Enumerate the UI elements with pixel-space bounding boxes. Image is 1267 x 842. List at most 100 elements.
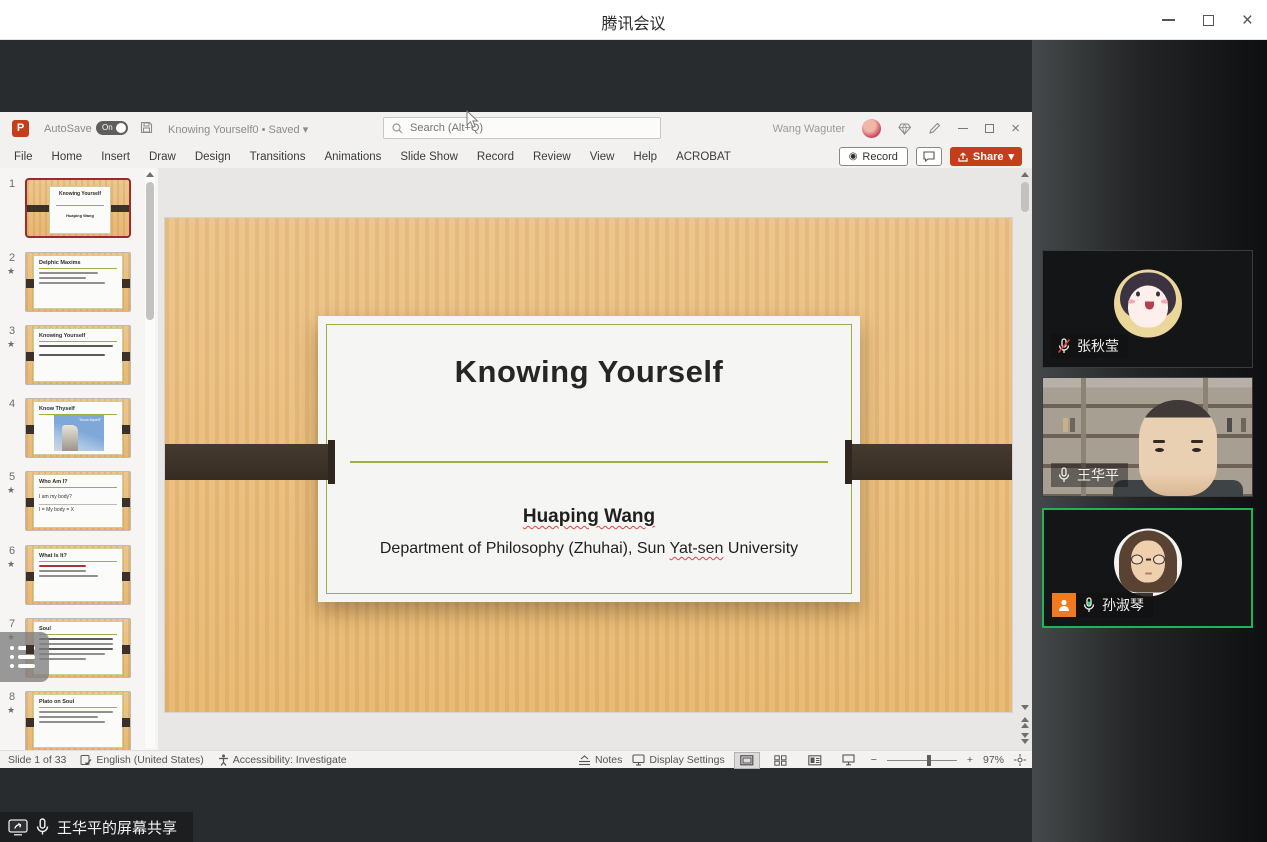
scroll-down-icon[interactable] [1021, 705, 1029, 710]
participant-tile-3[interactable]: 孙淑琴 [1042, 508, 1253, 628]
participants-panel: 张秋莹 [1032, 40, 1267, 842]
spellcheck-icon [80, 754, 92, 766]
thumb-title: Plato on Soul [39, 699, 117, 705]
previous-slide-button[interactable] [1021, 717, 1029, 728]
text-line [39, 721, 105, 723]
comments-button[interactable] [916, 147, 942, 166]
reading-view-button[interactable] [803, 753, 827, 768]
mouse-cursor [466, 110, 480, 130]
slide-thumbnail-2[interactable]: Delphic Maxims [25, 252, 131, 312]
animation-star-icon[interactable]: ★ [7, 266, 15, 277]
thumbnail-scrollbar[interactable] [145, 170, 155, 748]
slideshow-view-button[interactable] [837, 753, 861, 768]
slide-number: 4 [9, 398, 15, 410]
editor-scrollbar[interactable] [1019, 170, 1031, 748]
scrollbar-thumb[interactable] [146, 182, 154, 320]
slide-affiliation: Department of Philosophy (Zhuhai), Sun Y… [318, 540, 860, 558]
animation-star-icon[interactable]: ★ [7, 339, 15, 350]
autosave-label: AutoSave [44, 123, 92, 135]
text-line [39, 575, 98, 577]
ppt-restore-icon[interactable] [985, 124, 994, 133]
tab-transitions[interactable]: Transitions [250, 151, 306, 163]
minimize-icon[interactable] [1162, 19, 1175, 21]
list-icon [10, 655, 49, 659]
slide-thumbnail-1[interactable]: Knowing Yourself Huaping Wang [25, 178, 131, 238]
text-line [39, 354, 105, 356]
normal-view-button[interactable] [735, 753, 759, 768]
search-box[interactable] [383, 117, 661, 139]
record-button[interactable]: ◉Record [839, 147, 908, 166]
display-settings-button[interactable]: Display Settings [632, 754, 724, 766]
tab-design[interactable]: Design [195, 151, 231, 163]
spellcheck-status[interactable]: English (United States) [80, 754, 203, 766]
slide-thumbnail-8[interactable]: Plato on Soul [25, 691, 131, 750]
shared-screen-region: P AutoSave On Knowing Yourself0 • Saved … [0, 40, 1032, 842]
account-name: Wang Waguter [773, 123, 846, 135]
accessibility-status[interactable]: Accessibility: Investigate [218, 754, 347, 766]
animation-star-icon[interactable]: ★ [7, 705, 15, 716]
tab-view[interactable]: View [590, 151, 615, 163]
slide-number: 8 [9, 691, 15, 703]
tab-slide-show[interactable]: Slide Show [400, 151, 458, 163]
scrollbar-thumb[interactable] [1021, 182, 1029, 212]
tab-home[interactable]: Home [52, 151, 83, 163]
notes-button[interactable]: Notes [578, 754, 622, 766]
record-icon: ◉ [849, 151, 858, 162]
gem-icon[interactable] [898, 123, 911, 135]
zoom-in-button[interactable]: + [967, 754, 973, 766]
tab-acrobat[interactable]: ACROBAT [676, 151, 731, 163]
main-slide[interactable]: Knowing Yourself Huaping Wang Department… [165, 218, 1012, 712]
tab-draw[interactable]: Draw [149, 151, 176, 163]
tab-insert[interactable]: Insert [101, 151, 130, 163]
scroll-up-icon[interactable] [1021, 172, 1029, 177]
share-banner-text: 王华平的屏幕共享 [57, 817, 177, 838]
accessibility-icon [218, 754, 229, 766]
slide-thumbnail-5[interactable]: Who Am I? I am my body? I = My body = X [25, 471, 131, 531]
slide-thumbnail-4[interactable]: Know Thyself "Know thyself" [25, 398, 131, 458]
slide-editing-pane: Knowing Yourself Huaping Wang Department… [158, 168, 1032, 750]
save-icon[interactable] [140, 121, 153, 134]
presenter-badge-icon [1052, 593, 1076, 617]
ppt-close-icon[interactable]: × [1011, 121, 1020, 136]
list-icon [10, 664, 49, 668]
participant-tile-1[interactable]: 张秋莹 [1042, 250, 1253, 368]
slide-thumbnail-3[interactable]: Knowing Yourself [25, 325, 131, 385]
animation-star-icon[interactable]: ★ [7, 559, 15, 570]
account-avatar[interactable] [862, 119, 881, 138]
next-slide-button[interactable] [1021, 733, 1029, 744]
thumb-text: I = My body = X [39, 504, 117, 513]
thumbnail-row-4: 4 Know Thyself "Know thyself" [0, 398, 158, 460]
autosave-toggle[interactable]: On [96, 121, 128, 135]
tab-record[interactable]: Record [477, 151, 514, 163]
zoom-level[interactable]: 97% [983, 754, 1004, 766]
fit-slide-icon[interactable] [1014, 754, 1026, 766]
screen-share-banner[interactable]: 王华平的屏幕共享 [0, 812, 193, 842]
meeting-floating-toolbar[interactable] [0, 632, 49, 682]
slide-number: 6 [9, 545, 15, 557]
zoom-out-button[interactable]: − [871, 754, 877, 766]
tab-animations[interactable]: Animations [324, 151, 381, 163]
slide-indicator[interactable]: Slide 1 of 33 [8, 754, 66, 766]
slide-number: 1 [9, 178, 15, 190]
slide-number: 7 [9, 618, 15, 630]
tab-file[interactable]: File [14, 151, 33, 163]
slide-sorter-view-button[interactable] [769, 753, 793, 768]
search-input[interactable] [410, 122, 630, 134]
slide-thumbnail-6[interactable]: What Is It? [25, 545, 131, 605]
tab-help[interactable]: Help [633, 151, 657, 163]
share-button[interactable]: Share▾ [950, 147, 1022, 166]
participant-tile-2[interactable]: 王华平 [1042, 377, 1253, 497]
zoom-slider-thumb[interactable] [927, 755, 931, 766]
pen-icon[interactable] [928, 122, 941, 135]
tab-review[interactable]: Review [533, 151, 571, 163]
thumbnail-row-6: 6 ★ What Is It? [0, 545, 158, 607]
participant-name: 孙淑琴 [1102, 595, 1144, 615]
close-icon[interactable]: × [1242, 11, 1253, 30]
maximize-icon[interactable] [1203, 15, 1214, 26]
file-name[interactable]: Knowing Yourself0 • Saved ▾ [168, 123, 308, 136]
animation-star-icon[interactable]: ★ [7, 485, 15, 496]
zoom-slider[interactable] [887, 760, 957, 761]
ppt-minimize-icon[interactable] [958, 128, 968, 130]
scroll-up-icon[interactable] [146, 172, 154, 177]
comment-icon [923, 151, 935, 162]
